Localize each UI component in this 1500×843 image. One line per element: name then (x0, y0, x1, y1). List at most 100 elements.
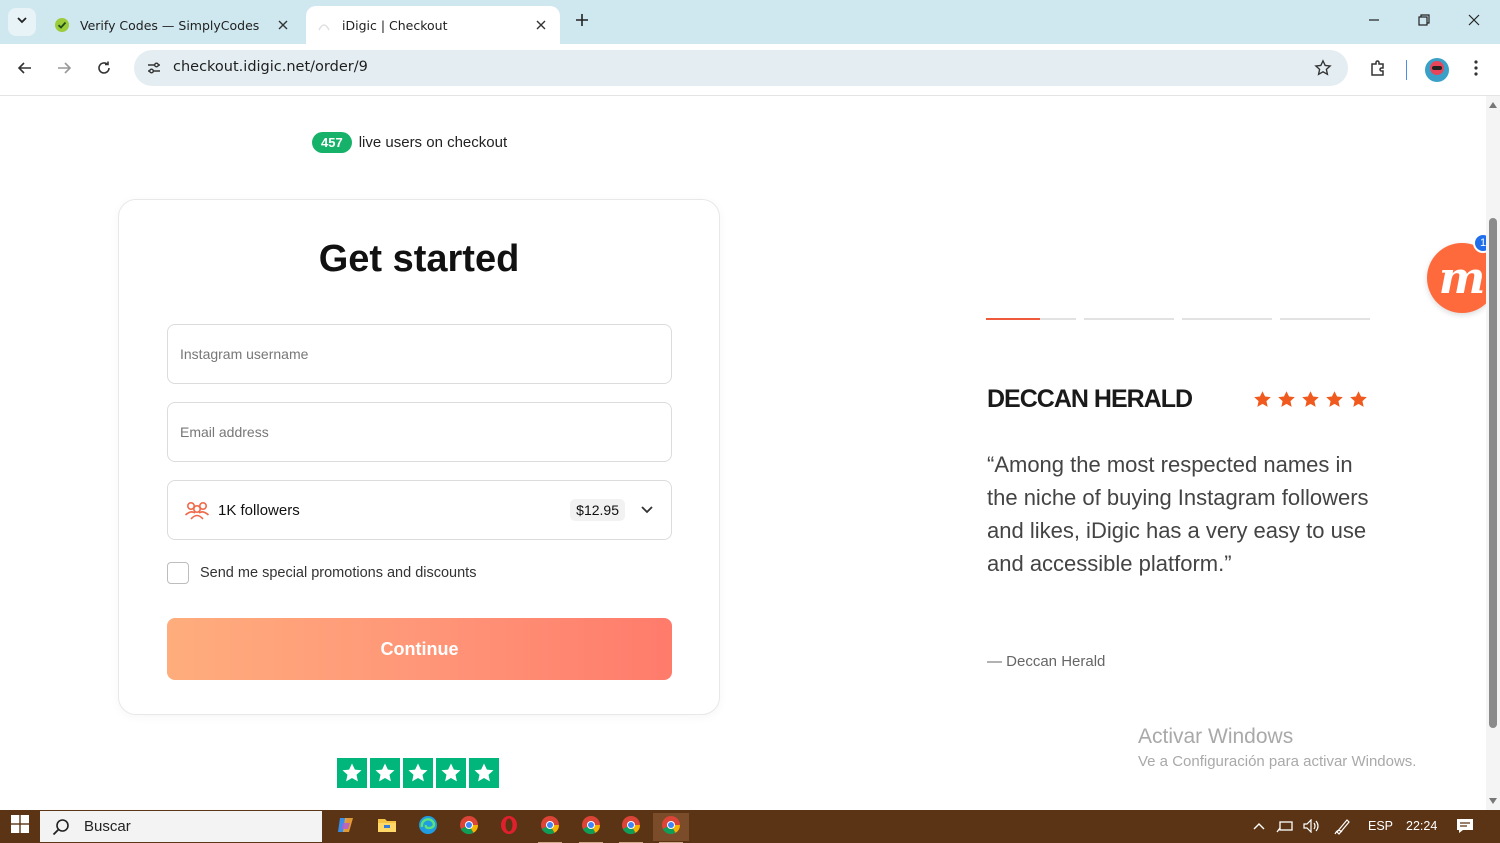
windows-logo-icon (11, 815, 29, 838)
followers-group-icon (184, 498, 212, 522)
back-button[interactable] (11, 56, 39, 84)
taskbar-app-chrome-profile-2[interactable] (573, 813, 609, 843)
vertical-scrollbar[interactable] (1486, 96, 1500, 810)
package-label: 1K followers (218, 501, 300, 519)
input-language-indicator[interactable]: ESP (1368, 819, 1393, 833)
tab-search-button[interactable] (8, 8, 36, 36)
url-text[interactable]: checkout.idigic.net/order/9 (173, 59, 368, 75)
edge-browser-icon (418, 815, 438, 840)
browser-menu-button[interactable] (1462, 56, 1490, 84)
windows-activation-subtitle: Ve a Configuración para activar Windows. (1138, 753, 1417, 770)
slide-indicator-segment[interactable] (1084, 318, 1174, 320)
rating-star-icon (1324, 389, 1345, 415)
windows-activation-title: Activar Windows (1138, 725, 1294, 748)
new-tab-button[interactable] (570, 10, 594, 34)
live-users-count-badge: 457 (312, 132, 352, 153)
testimonial-quote: “Among the most respected names in the n… (987, 452, 1369, 576)
site-settings-icon[interactable] (142, 56, 166, 80)
tray-show-hidden-icon[interactable] (1249, 816, 1269, 836)
publication-star-rating (1252, 389, 1369, 415)
testimonial-byline: — Deccan Herald (987, 653, 1106, 670)
taskbar-clock[interactable]: 22:24 (1406, 819, 1437, 833)
folder-icon (377, 816, 397, 839)
package-select[interactable]: 1K followers $12.95 (167, 480, 672, 540)
close-window-button[interactable] (1454, 8, 1494, 36)
continue-button[interactable]: Continue (167, 618, 672, 680)
taskbar-search-box[interactable]: Buscar (40, 811, 322, 842)
network-icon[interactable] (1275, 816, 1295, 836)
taskbar-app-chrome-profile-1[interactable] (532, 813, 568, 843)
slide-indicator-segment[interactable] (1182, 318, 1272, 320)
rating-star-icon (1348, 389, 1369, 415)
chevron-down-icon (639, 502, 655, 518)
slide-indicator-segment[interactable] (986, 318, 1076, 320)
rating-star-icon (1300, 389, 1321, 415)
taskbar-app-chrome-profile-3[interactable] (613, 813, 649, 843)
volume-icon[interactable] (1302, 816, 1322, 836)
trustpilot-star-icon (469, 758, 499, 788)
publication-name: DECCAN HERALD (987, 385, 1193, 413)
simplycodes-favicon-icon (54, 17, 70, 33)
form-heading: Get started (318, 238, 520, 280)
scrollbar-thumb[interactable] (1489, 218, 1497, 728)
chrome-browser-icon (621, 815, 641, 840)
tab-title: Verify Codes — SimplyCodes (80, 17, 260, 33)
arrow-left-icon (17, 60, 33, 81)
trustpilot-star-icon (436, 758, 466, 788)
rating-star-icon (1252, 389, 1273, 415)
bookmark-star-icon[interactable] (1312, 57, 1334, 79)
close-tab-icon[interactable] (530, 14, 552, 36)
rating-star-icon (1276, 389, 1297, 415)
tab-title: iDigic | Checkout (342, 17, 448, 33)
taskbar-app-opera[interactable] (491, 813, 527, 841)
restore-icon (1418, 13, 1430, 31)
extensions-button[interactable] (1364, 56, 1392, 84)
taskbar-app-edge[interactable] (410, 813, 446, 841)
tab-verify-codes[interactable]: Verify Codes — SimplyCodes (44, 6, 302, 44)
restore-button[interactable] (1404, 8, 1444, 36)
chrome-browser-icon (581, 815, 601, 840)
chat-logo-icon: m (1438, 252, 1486, 304)
avatar-icon (1429, 60, 1445, 81)
arrow-right-icon (56, 60, 72, 81)
email-address-field (167, 402, 672, 462)
promotions-checkbox[interactable] (167, 562, 189, 584)
plus-icon (575, 13, 589, 32)
promotions-option: Send me special promotions and discounts (167, 562, 476, 584)
email-address-input[interactable] (168, 403, 671, 461)
promotions-label[interactable]: Send me special promotions and discounts (200, 565, 476, 581)
toolbar-separator (1406, 60, 1407, 80)
profile-avatar[interactable] (1425, 58, 1449, 82)
minimize-button[interactable] (1354, 8, 1394, 36)
browser-tab-bar: Verify Codes — SimplyCodes iDigic | Chec… (0, 0, 1500, 44)
trustpilot-star-icon (337, 758, 367, 788)
taskbar-app-chrome-profile-4[interactable] (653, 813, 689, 843)
slide-indicator-segment[interactable] (1280, 318, 1370, 320)
address-bar[interactable]: checkout.idigic.net/order/9 (134, 50, 1348, 86)
trustpilot-rating (337, 758, 499, 788)
windows-taskbar: Buscar ESP 22:24 (0, 810, 1500, 843)
instagram-username-input[interactable] (168, 325, 671, 383)
copilot-icon (336, 815, 356, 840)
reload-button[interactable] (90, 56, 118, 84)
reload-icon (96, 60, 112, 81)
page-content: 457 live users on checkout Get started I… (0, 96, 1486, 810)
puzzle-icon (1369, 59, 1387, 82)
scroll-up-arrow-icon[interactable] (1488, 100, 1498, 110)
pen-ink-icon[interactable] (1333, 816, 1353, 836)
notifications-icon[interactable] (1455, 816, 1475, 836)
taskbar-app-copilot[interactable] (328, 813, 364, 841)
taskbar-app-file-explorer[interactable] (369, 813, 405, 841)
forward-button[interactable] (50, 56, 78, 84)
trustpilot-star-icon (403, 758, 433, 788)
kebab-menu-icon (1474, 59, 1478, 81)
live-users-text: live users on checkout (358, 134, 508, 151)
close-tab-icon[interactable] (272, 14, 294, 36)
scroll-down-arrow-icon[interactable] (1488, 796, 1498, 806)
idigic-favicon-icon (316, 17, 332, 33)
taskbar-app-chrome[interactable] (451, 813, 487, 841)
minimize-icon (1368, 13, 1380, 31)
tab-idigic-checkout[interactable]: iDigic | Checkout (306, 6, 560, 44)
taskbar-search-label: Buscar (84, 818, 131, 835)
start-button[interactable] (0, 810, 40, 843)
